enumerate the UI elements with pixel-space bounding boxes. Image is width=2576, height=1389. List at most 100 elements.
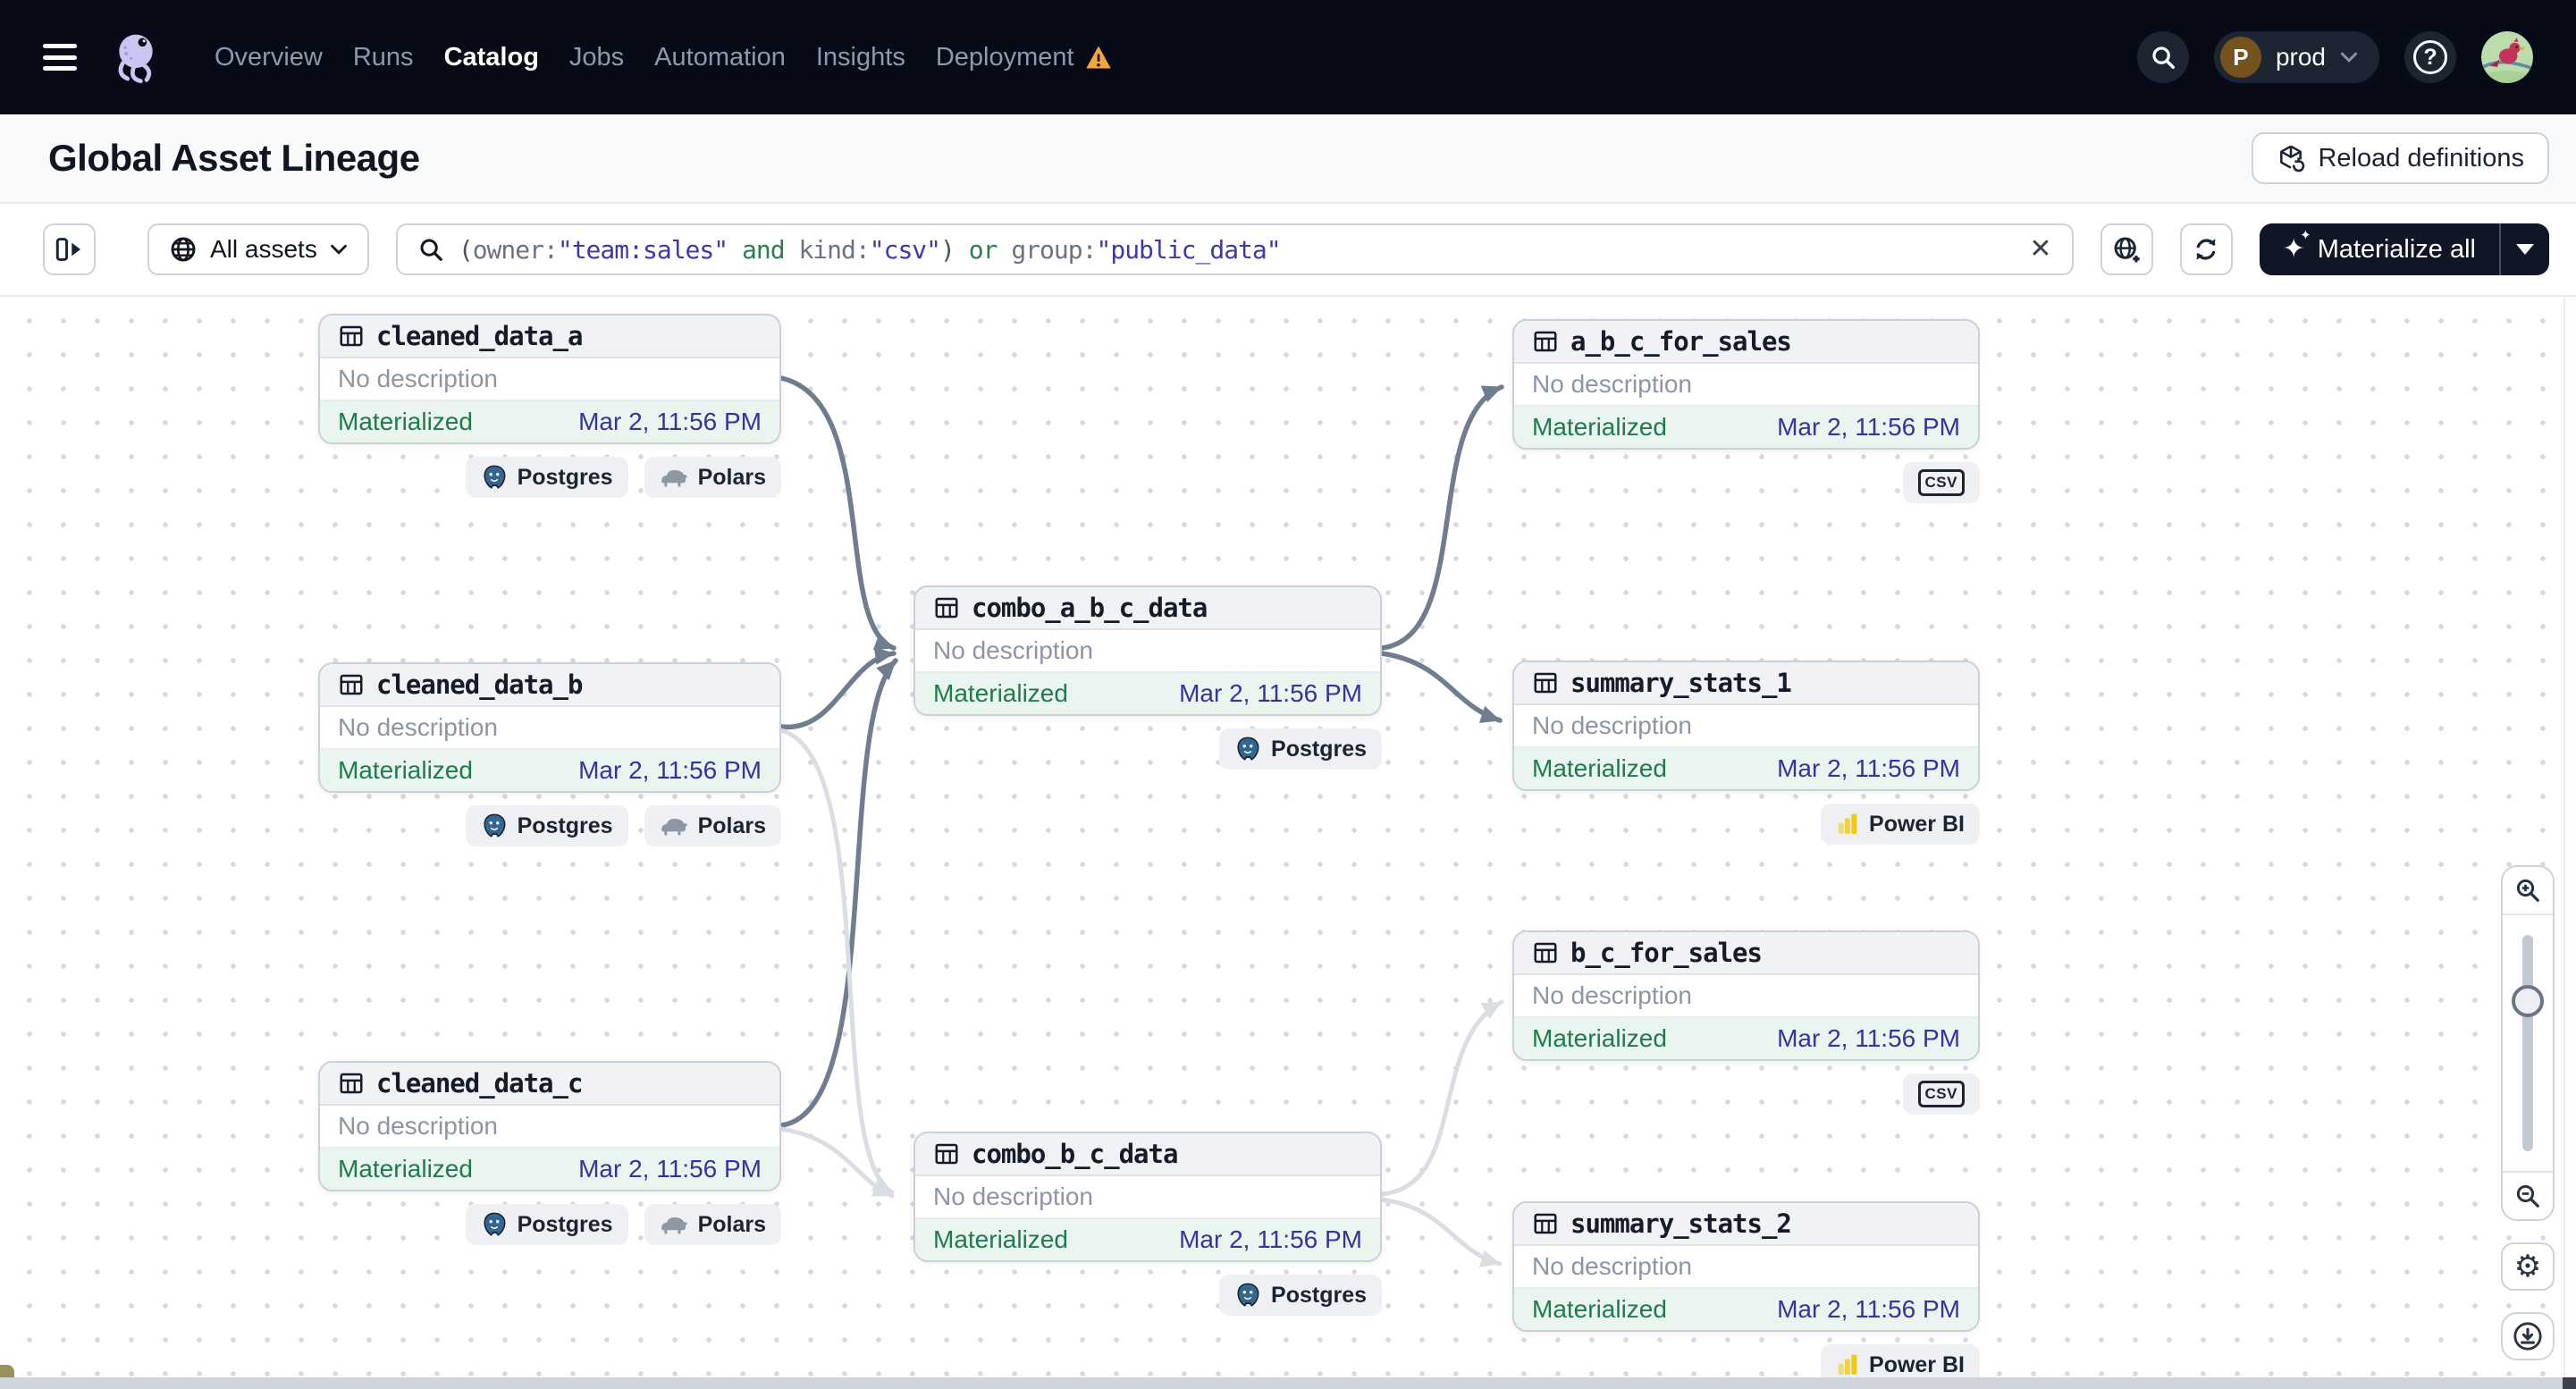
sparkles-icon: ✦ ✦	[2282, 228, 2311, 264]
edge-combo_a_b_c_data-to-summary_stats_1	[1379, 651, 1503, 723]
tag-label: Power BI	[1869, 811, 1965, 837]
tag-postgres[interactable]: Postgres	[1219, 1275, 1382, 1316]
nav-item-jobs[interactable]: Jobs	[569, 43, 624, 72]
chevron-down-icon	[2516, 244, 2534, 255]
materialize-options-button[interactable]	[2501, 223, 2549, 275]
nav-item-overview[interactable]: Overview	[215, 43, 323, 72]
postgres-icon	[481, 812, 508, 839]
nav-item-insights[interactable]: Insights	[816, 43, 905, 72]
tag-label: Postgres	[517, 464, 613, 490]
open-left-panel-button[interactable]	[43, 223, 96, 275]
nav-item-catalog[interactable]: Catalog	[444, 43, 539, 72]
dagster-logo-icon[interactable]	[107, 29, 164, 86]
tag-polars[interactable]: Polars	[644, 1204, 781, 1245]
zoom-slider	[2503, 913, 2553, 1173]
help-button[interactable]: ?	[2404, 31, 2456, 83]
warning-icon[interactable]	[1085, 45, 1112, 70]
tag-powerbi[interactable]: Power BI	[1821, 804, 1980, 845]
refresh-button[interactable]	[2179, 223, 2233, 275]
tag-postgres[interactable]: Postgres	[1219, 728, 1382, 770]
horizontal-scrollbar[interactable]	[0, 1377, 2576, 1389]
tag-postgres[interactable]: Postgres	[465, 805, 628, 846]
page-header: Global Asset Lineage Reload definitions	[0, 114, 2576, 204]
powerbi-icon	[1836, 812, 1859, 836]
asset-node-header: summary_stats_1	[1514, 662, 1978, 705]
nav-item-automation[interactable]: Automation	[654, 43, 786, 72]
user-avatar[interactable]	[2481, 31, 2533, 83]
tag-row-cleaned_data_b: Postgres Polars	[318, 805, 781, 846]
asset-description: No description	[320, 707, 779, 750]
tag-label: Postgres	[1271, 736, 1367, 762]
asset-description: No description	[1514, 705, 1978, 748]
zoom-out-button[interactable]	[2503, 1173, 2553, 1219]
materialization-timestamp: Mar 2, 11:56 PM	[1179, 1225, 1362, 1253]
tag-csv[interactable]: csv	[1902, 1073, 1980, 1115]
asset-node-b_c_for_sales[interactable]: b_c_for_sales No description Materialize…	[1512, 930, 1980, 1061]
workspace-name: prod	[2275, 43, 2326, 71]
table-icon	[935, 597, 958, 619]
asset-node-combo_b_c_data[interactable]: combo_b_c_data No description Materializ…	[913, 1132, 1382, 1262]
tag-polars[interactable]: Polars	[644, 457, 781, 498]
materialization-timestamp: Mar 2, 11:56 PM	[1179, 679, 1362, 707]
asset-node-summary_stats_2[interactable]: summary_stats_2 No description Materiali…	[1512, 1201, 1980, 1332]
nav-item-deployment[interactable]: Deployment	[936, 43, 1074, 72]
asset-node-cleaned_data_c[interactable]: cleaned_data_c No description Materializ…	[318, 1061, 781, 1191]
tag-postgres[interactable]: Postgres	[465, 457, 628, 498]
asset-name: summary_stats_2	[1570, 1208, 1792, 1239]
asset-node-cleaned_data_a[interactable]: cleaned_data_a No description Materializ…	[318, 314, 781, 444]
new-asset-selection-button[interactable]	[2100, 223, 2153, 275]
asset-search-input[interactable]: (owner:"team:sales" and kind:"csv") or g…	[395, 223, 2074, 275]
asset-name: cleaned_data_a	[376, 321, 583, 351]
edge-cleaned_data_a-to-combo_a_b_c_data	[779, 375, 897, 651]
workspace-switcher[interactable]: P prod	[2213, 31, 2379, 83]
status-badge: Materialized	[338, 756, 473, 784]
tag-row-combo_b_c_data: Postgres	[913, 1275, 1382, 1316]
graph-settings-button[interactable]: ⚙	[2501, 1242, 2555, 1291]
asset-status-bar: Materialized Mar 2, 11:56 PM	[915, 673, 1380, 714]
asset-status-bar: Materialized Mar 2, 11:56 PM	[1514, 1018, 1978, 1059]
tag-postgres[interactable]: Postgres	[465, 1204, 628, 1245]
materialization-timestamp: Mar 2, 11:56 PM	[1777, 1295, 1960, 1323]
zoom-out-icon	[2516, 1184, 2539, 1208]
nav-item-runs[interactable]: Runs	[353, 43, 414, 72]
clear-search-icon[interactable]: ✕	[2029, 236, 2051, 263]
asset-node-a_b_c_for_sales[interactable]: a_b_c_for_sales No description Materiali…	[1512, 319, 1980, 450]
postgres-icon	[481, 1211, 508, 1238]
zoom-in-icon	[2516, 879, 2539, 902]
asset-node-summary_stats_1[interactable]: summary_stats_1 No description Materiali…	[1512, 661, 1980, 791]
asset-status-bar: Materialized Mar 2, 11:56 PM	[1514, 1289, 1978, 1330]
asset-filter-label: All assets	[210, 235, 317, 263]
polars-icon	[660, 466, 688, 489]
asset-node-combo_a_b_c_data[interactable]: combo_a_b_c_data No description Material…	[913, 585, 1382, 716]
asset-status-bar: Materialized Mar 2, 11:56 PM	[320, 1149, 779, 1190]
polars-icon	[660, 814, 688, 838]
asset-status-bar: Materialized Mar 2, 11:56 PM	[320, 401, 779, 442]
tag-label: Postgres	[517, 1211, 613, 1237]
materialization-timestamp: Mar 2, 11:56 PM	[1777, 413, 1960, 441]
chevron-down-icon	[2341, 52, 2357, 63]
download-image-button[interactable]	[2501, 1312, 2555, 1360]
asset-node-header: a_b_c_for_sales	[1514, 321, 1978, 364]
materialize-all-label: Materialize all	[2317, 234, 2476, 264]
csv-icon: csv	[1917, 468, 1965, 497]
global-search-button[interactable]	[2136, 31, 2189, 83]
workspace-avatar: P	[2219, 37, 2261, 78]
zoom-in-button[interactable]	[2503, 867, 2553, 913]
status-badge: Materialized	[338, 1155, 473, 1183]
zoom-slider-thumb[interactable]	[2512, 985, 2544, 1017]
tag-csv[interactable]: csv	[1902, 462, 1980, 503]
asset-node-cleaned_data_b[interactable]: cleaned_data_b No description Materializ…	[318, 662, 781, 793]
zoom-slider-track[interactable]	[2522, 935, 2533, 1151]
lineage-canvas[interactable]: ⚙ cleaned_data_a No description Material…	[0, 297, 2576, 1389]
reload-definitions-button[interactable]: Reload definitions	[2252, 132, 2549, 184]
cube-refresh-icon	[2280, 145, 2305, 173]
asset-status-bar: Materialized Mar 2, 11:56 PM	[1514, 748, 1978, 789]
asset-description: No description	[1514, 975, 1978, 1018]
materialization-timestamp: Mar 2, 11:56 PM	[1777, 1024, 1960, 1052]
tag-polars[interactable]: Polars	[644, 805, 781, 846]
globe-icon	[171, 237, 196, 262]
materialize-all-button[interactable]: ✦ ✦ Materialize all	[2260, 223, 2499, 275]
hamburger-menu-icon[interactable]	[43, 44, 77, 71]
edge-cleaned_data_b-to-combo_a_b_c_data	[779, 646, 897, 730]
asset-filter-dropdown[interactable]: All assets	[147, 223, 369, 275]
